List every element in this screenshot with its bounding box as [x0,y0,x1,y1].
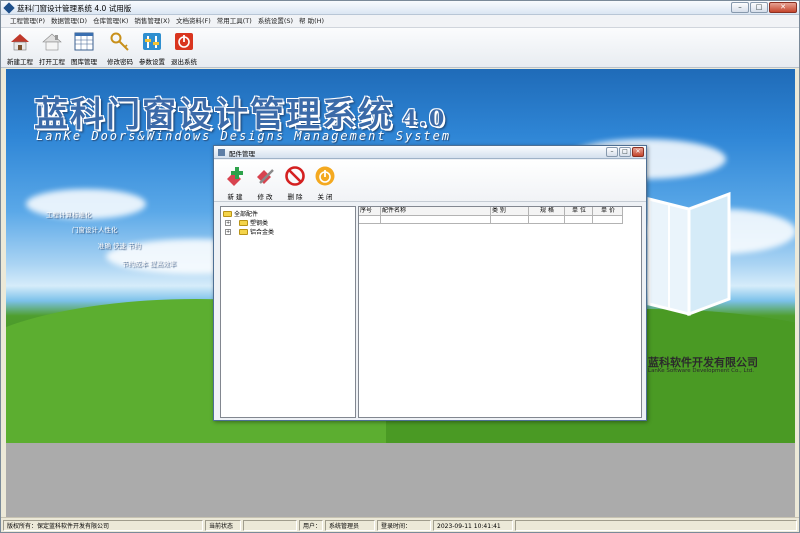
title-bar: 蓝科门窗设计管理系统 4.0 试用版 – □ ✕ [1,1,799,15]
expand-icon[interactable]: + [225,219,231,226]
maximize-icon: □ [622,148,628,155]
new-project-button[interactable]: 新建工程 [4,28,36,68]
status-user-value: 系统管理员 [325,519,375,531]
menu-help[interactable]: 帮 助(H) [296,15,327,27]
status-state-value [243,519,297,531]
status-spare [515,519,797,531]
window-frame-image [647,191,731,317]
tree-node-plastic-steel[interactable]: + 塑钢类 [225,218,268,227]
folder-icon [239,219,248,226]
menu-settings[interactable]: 系统设置(S) [255,15,296,27]
exit-label: 退出系统 [171,58,197,66]
edit-part-label: 修 改 [257,193,273,201]
column-header-name[interactable]: 配件名称 [381,207,491,216]
power-exit-icon [175,33,193,50]
minimize-icon: – [610,148,614,155]
company-name-en: LanKe Software Development Co., Ltd. [648,368,754,374]
parts-management-dialog: 配件管理 – □ ✕ 新 建 修 改 删 除 关 闭 全部配件 + 塑钢类 + … [213,145,647,421]
maximize-icon: □ [755,3,763,11]
maximize-button[interactable]: □ [750,2,768,13]
parameters-button[interactable]: 参数设置 [136,28,168,68]
menu-documents[interactable]: 文档资料(F) [173,15,214,27]
settings-tools-icon [143,33,161,50]
status-copyright: 版权所有：保定蓝科软件开发有限公司 [3,519,203,531]
column-header-spec[interactable]: 规 格 [529,207,565,216]
grid-library-icon [74,32,94,51]
table-row[interactable] [359,216,623,224]
menu-warehouse[interactable]: 仓库管理(K) [90,15,131,27]
tree-node-aluminum[interactable]: + 铝合金类 [225,227,274,236]
add-icon [227,167,243,186]
tree-root-node[interactable]: 全部配件 [223,209,258,218]
delete-part-label: 删 除 [287,193,303,201]
delete-part-button[interactable]: 删 除 [280,160,310,202]
new-part-button[interactable]: 新 建 [220,160,250,202]
close-dialog-label: 关 闭 [317,193,333,201]
app-window: 蓝科门窗设计管理系统 4.0 试用版 – □ ✕ 工程管理(P) 数据管理(D)… [0,0,800,533]
dialog-minimize-button[interactable]: – [606,147,618,157]
parts-grid: 序号 配件名称 类 别 规 格 单 位 单 价 [358,206,642,418]
menu-tools[interactable]: 常用工具(T) [214,15,255,27]
app-icon [3,2,15,14]
column-header-price[interactable]: 单 价 [593,207,623,216]
minimize-icon: – [738,3,742,11]
column-header-no[interactable]: 序号 [359,207,381,216]
folder-icon [223,210,232,217]
house-icon [11,34,29,51]
dialog-title-bar: 配件管理 – □ ✕ [214,146,646,159]
menu-sales[interactable]: 销售管理(X) [131,15,173,27]
edit-icon [257,169,274,184]
library-button[interactable]: 图库管理 [68,28,100,68]
menu-project[interactable]: 工程管理(P) [7,15,48,27]
slogan-1: 工程计算标准化 [46,211,92,219]
grid-header: 序号 配件名称 类 别 规 格 单 位 单 价 [359,207,623,216]
open-project-label: 打开工程 [39,58,65,66]
slogan-4: 节约成本 提高效率 [122,260,177,268]
status-login-label: 登录时间： [377,519,431,531]
main-toolbar: 新建工程 打开工程 图库管理 修改密码 参数设置 退出系统 [1,28,799,68]
power-icon [315,166,335,186]
close-icon: ✕ [780,3,786,11]
slogan-2: 门窗设计人性化 [72,226,118,234]
menu-bar: 工程管理(P) 数据管理(D) 仓库管理(K) 销售管理(X) 文档资料(F) … [1,15,799,28]
slogan-3: 准确 快速 节约 [98,242,142,250]
parameters-label: 参数设置 [139,58,165,66]
dialog-close-button[interactable]: ✕ [632,147,644,157]
status-login-value: 2023-09-11 10:41:41 [433,519,513,531]
dialog-maximize-button[interactable]: □ [619,147,631,157]
dialog-toolbar: 新 建 修 改 删 除 关 闭 [214,160,646,202]
parts-category-tree: 全部配件 + 塑钢类 + 铝合金类 [220,206,356,418]
exit-button[interactable]: 退出系统 [168,28,200,68]
column-header-category[interactable]: 类 别 [491,207,529,216]
status-bar: 版权所有：保定蓝科软件开发有限公司 当前状态 用户： 系统管理员 登录时间： 2… [1,517,799,532]
open-house-icon [42,33,62,51]
close-button[interactable]: ✕ [769,2,797,13]
brand-subtitle: LanKe Doors&Windows Designs Management S… [36,129,452,143]
change-password-button[interactable]: 修改密码 [104,28,136,68]
open-project-button[interactable]: 打开工程 [36,28,68,68]
menu-data[interactable]: 数据管理(D) [48,15,90,27]
workspace-gray-area [6,443,795,517]
column-header-unit[interactable]: 单 位 [565,207,593,216]
minimize-button[interactable]: – [731,2,749,13]
expand-icon[interactable]: + [225,228,231,235]
close-dialog-button[interactable]: 关 闭 [310,160,340,202]
dialog-icon [218,149,225,156]
window-controls: – □ ✕ [731,2,797,13]
status-user-label: 用户： [299,519,323,531]
key-icon [110,32,129,51]
new-part-label: 新 建 [227,193,243,201]
close-icon: ✕ [635,148,641,155]
new-project-label: 新建工程 [7,58,33,66]
dialog-title: 配件管理 [229,150,255,158]
dialog-window-controls: – □ ✕ [606,147,644,157]
change-password-label: 修改密码 [107,58,133,66]
folder-icon [239,228,248,235]
library-label: 图库管理 [71,58,97,66]
delete-icon [285,166,305,186]
status-state-label: 当前状态 [205,519,241,531]
edit-part-button[interactable]: 修 改 [250,160,280,202]
window-title: 蓝科门窗设计管理系统 4.0 试用版 [17,4,132,13]
